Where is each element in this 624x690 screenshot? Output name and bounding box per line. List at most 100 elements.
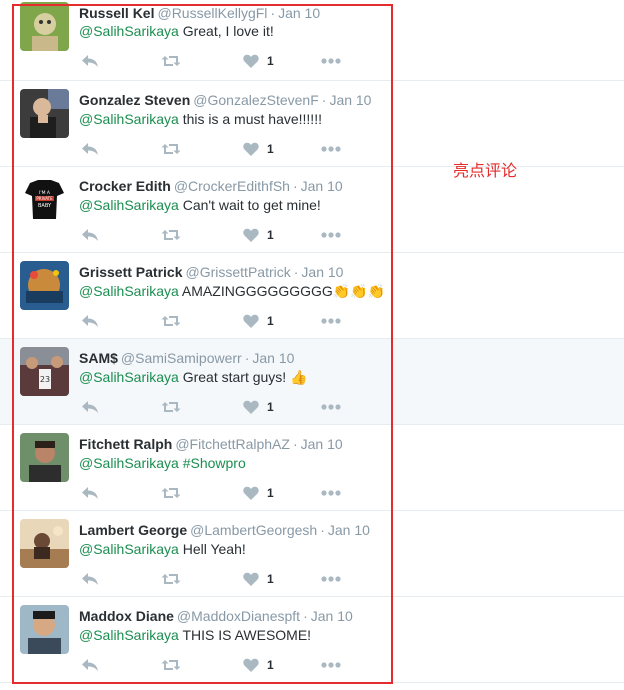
more-button[interactable] xyxy=(321,53,341,69)
like-button[interactable]: 1 xyxy=(243,571,274,587)
retweet-button[interactable] xyxy=(161,141,181,157)
display-name[interactable]: Gonzalez Steven xyxy=(79,92,190,108)
tweet-item[interactable]: I'M A PRIVATE BABY Crocker Edith @CrockerEd… xyxy=(0,167,624,253)
tweet-item[interactable]: Fitchett Ralph @FitchettRalphAZ · Jan 10 @S… xyxy=(0,425,624,511)
more-button[interactable] xyxy=(321,227,341,243)
tweet-item[interactable]: Russell Kel @RussellKellygFl · Jan 10 @Sali… xyxy=(0,0,624,81)
tweet-actions: 1 xyxy=(79,313,349,329)
user-handle[interactable]: @FitchettRalphAZ xyxy=(175,436,290,452)
user-handle[interactable]: @RussellKellygFl xyxy=(157,5,267,21)
reply-button[interactable] xyxy=(81,227,99,243)
avatar[interactable] xyxy=(20,433,69,482)
like-button[interactable]: 1 xyxy=(243,141,274,157)
reply-button[interactable] xyxy=(81,313,99,329)
heart-icon xyxy=(243,400,259,414)
like-count: 1 xyxy=(267,572,274,586)
avatar[interactable]: I'M A PRIVATE BABY xyxy=(20,175,69,224)
tweet-header: Lambert George @LambertGeorgesh · Jan 10 xyxy=(79,522,370,539)
reply-button[interactable] xyxy=(81,53,99,69)
timestamp[interactable]: Jan 10 xyxy=(311,608,353,624)
timestamp[interactable]: Jan 10 xyxy=(301,436,343,452)
tweet-item[interactable]: Grissett Patrick @GrissettPatrick · Jan 10 … xyxy=(0,253,624,339)
reply-button[interactable] xyxy=(81,141,99,157)
reply-button[interactable] xyxy=(81,485,99,501)
like-button[interactable]: 1 xyxy=(243,657,274,673)
mention-link[interactable]: @SalihSarikaya xyxy=(79,197,179,213)
reply-button[interactable] xyxy=(81,399,99,415)
more-button[interactable] xyxy=(321,657,341,673)
more-button[interactable] xyxy=(321,141,341,157)
display-name[interactable]: Maddox Diane xyxy=(79,608,174,624)
tweet-text: @SalihSarikaya Great, I love it! xyxy=(79,22,274,41)
mention-link[interactable]: @SalihSarikaya xyxy=(79,455,179,471)
avatar[interactable]: 23 xyxy=(20,347,69,396)
display-name[interactable]: Grissett Patrick xyxy=(79,264,183,280)
reply-button[interactable] xyxy=(81,571,99,587)
timestamp[interactable]: Jan 10 xyxy=(301,178,343,194)
timestamp[interactable]: Jan 10 xyxy=(278,5,320,21)
tweet-body: Great start guys! 👍 xyxy=(178,369,308,385)
svg-text:PRIVATE: PRIVATE xyxy=(36,196,53,201)
timestamp[interactable]: Jan 10 xyxy=(329,92,371,108)
like-count: 1 xyxy=(267,142,274,156)
tweet-item[interactable]: Gonzalez Steven @GonzalezStevenF · Jan 10 @… xyxy=(0,81,624,167)
mention-link[interactable]: @SalihSarikaya xyxy=(79,541,179,557)
like-button[interactable]: 1 xyxy=(243,313,274,329)
retweet-button[interactable] xyxy=(161,227,181,243)
retweet-button[interactable] xyxy=(161,571,181,587)
svg-text:BABY: BABY xyxy=(38,203,52,209)
display-name[interactable]: Crocker Edith xyxy=(79,178,171,194)
retweet-button[interactable] xyxy=(161,657,181,673)
retweet-icon xyxy=(161,658,181,672)
more-button[interactable] xyxy=(321,399,341,415)
user-handle[interactable]: @GonzalezStevenF xyxy=(193,92,319,108)
more-button[interactable] xyxy=(321,571,341,587)
heart-icon xyxy=(243,658,259,672)
heart-icon xyxy=(243,54,259,68)
retweet-button[interactable] xyxy=(161,399,181,415)
avatar[interactable] xyxy=(20,605,69,654)
tweet-actions: 1 xyxy=(79,399,349,415)
mention-link[interactable]: @SalihSarikaya xyxy=(79,369,179,385)
mention-link[interactable]: @SalihSarikaya xyxy=(79,627,179,643)
tweet-item[interactable]: 23 SAM$ @SamiSamipowerr · Jan 10 @SalihSari… xyxy=(0,339,624,425)
display-name[interactable]: Fitchett Ralph xyxy=(79,436,172,452)
tweet-text: @SalihSarikaya Hell Yeah! xyxy=(79,540,246,559)
user-handle[interactable]: @MaddoxDianespft xyxy=(177,608,300,624)
avatar[interactable] xyxy=(20,2,69,51)
avatar[interactable] xyxy=(20,261,69,310)
more-button[interactable] xyxy=(321,485,341,501)
more-button[interactable] xyxy=(321,313,341,329)
reply-icon xyxy=(81,658,99,672)
like-button[interactable]: 1 xyxy=(243,227,274,243)
user-handle[interactable]: @CrockerEdithfSh xyxy=(174,178,290,194)
user-handle[interactable]: @GrissettPatrick xyxy=(186,264,291,280)
timestamp[interactable]: Jan 10 xyxy=(328,522,370,538)
display-name[interactable]: Lambert George xyxy=(79,522,187,538)
mention-link[interactable]: @SalihSarikaya xyxy=(79,283,179,299)
like-button[interactable]: 1 xyxy=(243,399,274,415)
separator-dot: · xyxy=(321,92,327,108)
retweet-button[interactable] xyxy=(161,485,181,501)
retweet-button[interactable] xyxy=(161,53,181,69)
mention-link[interactable]: @SalihSarikaya xyxy=(79,23,179,39)
tweet-item[interactable]: Lambert George @LambertGeorgesh · Jan 10 @S… xyxy=(0,511,624,597)
timestamp[interactable]: Jan 10 xyxy=(252,350,294,366)
like-button[interactable]: 1 xyxy=(243,53,274,69)
display-name[interactable]: Russell Kel xyxy=(79,5,154,21)
reply-icon xyxy=(81,486,99,500)
mention-link[interactable]: @SalihSarikaya xyxy=(79,111,179,127)
display-name[interactable]: SAM$ xyxy=(79,350,118,366)
retweet-button[interactable] xyxy=(161,313,181,329)
tweet-body[interactable]: #Showpro xyxy=(179,455,246,471)
timestamp[interactable]: Jan 10 xyxy=(301,264,343,280)
avatar[interactable] xyxy=(20,519,69,568)
like-button[interactable]: 1 xyxy=(243,485,274,501)
tweet-item[interactable]: Maddox Diane @MaddoxDianespft · Jan 10 @Sal… xyxy=(0,597,624,683)
user-handle[interactable]: @SamiSamipowerr xyxy=(121,350,242,366)
tweet-actions: 1 xyxy=(79,571,349,587)
more-dots-icon xyxy=(321,318,341,324)
user-handle[interactable]: @LambertGeorgesh xyxy=(190,522,317,538)
avatar[interactable] xyxy=(20,89,69,138)
reply-button[interactable] xyxy=(81,657,99,673)
